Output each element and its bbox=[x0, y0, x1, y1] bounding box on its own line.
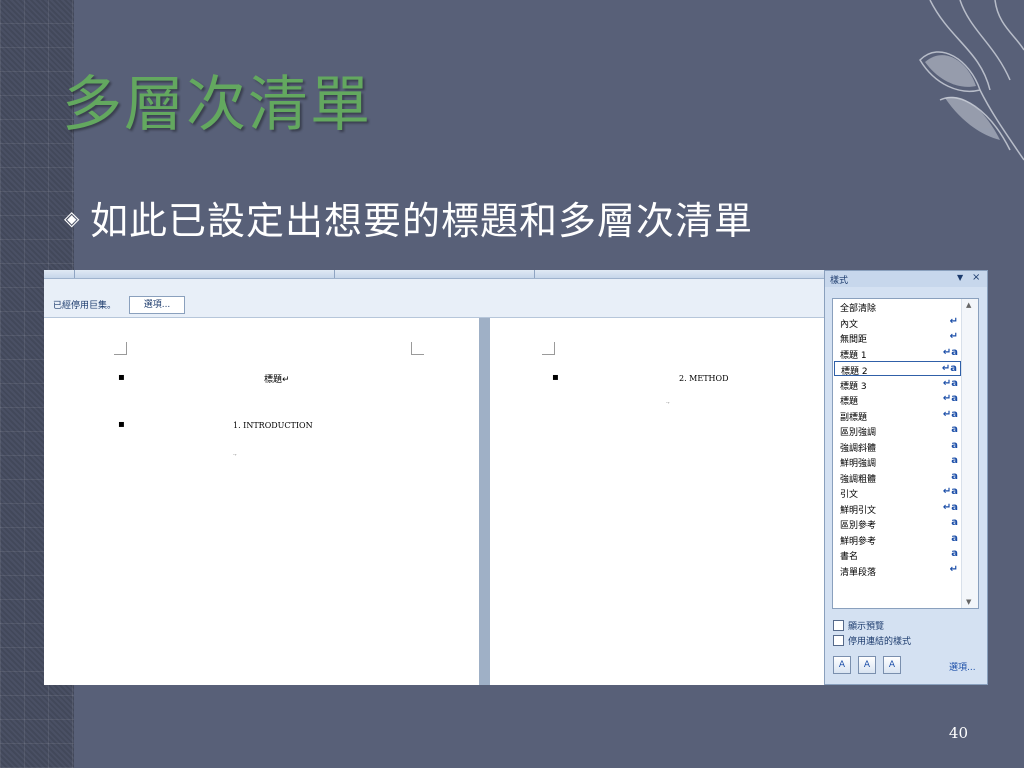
style-type-icon: ↵a bbox=[942, 408, 958, 420]
document-page-left[interactable]: ▪ 標題↵ ▪ 1. INTRODUCTION ., bbox=[44, 318, 479, 685]
styles-options-link[interactable]: 選項... bbox=[949, 660, 976, 673]
style-type-icon: ↵ bbox=[949, 315, 958, 327]
show-preview-label: 顯示預覽 bbox=[848, 622, 885, 632]
style-name: 全部清除 bbox=[840, 304, 877, 314]
style-item[interactable]: 內文 ↵ bbox=[834, 315, 961, 330]
diamond-bullet-icon: ◈ bbox=[64, 205, 80, 230]
style-name: 內文 bbox=[840, 319, 859, 330]
macro-warning-text: 已經停用巨集。 bbox=[53, 301, 117, 311]
style-type-icon: ↵a bbox=[942, 501, 958, 513]
style-type-icon: a bbox=[951, 455, 958, 466]
new-style-icon[interactable]: A bbox=[833, 656, 851, 674]
style-type-icon: a bbox=[951, 424, 958, 435]
style-item[interactable]: 無間距 ↵ bbox=[834, 330, 961, 345]
word-screenshot: 已經停用巨集。 選項... ▪ 標題↵ ▪ 1. INTRODUCTION .,… bbox=[44, 270, 988, 685]
list-bullet-dot: ▪ bbox=[118, 372, 125, 383]
disable-linked-styles-label: 停用連結的樣式 bbox=[848, 637, 912, 647]
introduction-list-item[interactable]: 1. INTRODUCTION bbox=[233, 421, 313, 430]
paragraph-mark: ., bbox=[233, 450, 237, 457]
pane-close-icon[interactable]: × bbox=[972, 272, 980, 283]
style-type-icon: ↵a bbox=[942, 486, 958, 497]
style-name: 區別強調 bbox=[840, 428, 877, 438]
style-name: 引文 bbox=[840, 490, 859, 500]
style-name: 無間距 bbox=[840, 335, 868, 345]
style-name: 鮮明參考 bbox=[840, 536, 877, 547]
style-type-icon: ↵a bbox=[942, 346, 958, 358]
ribbon-separator bbox=[334, 270, 335, 278]
styles-pane-footer: A A A bbox=[833, 656, 901, 674]
slide-page-number: 40 bbox=[948, 724, 968, 742]
page-gap bbox=[479, 318, 490, 685]
disable-linked-styles-checkbox[interactable] bbox=[833, 635, 844, 646]
style-name: 強調粗體 bbox=[840, 474, 877, 485]
style-type-icon: a bbox=[951, 548, 958, 559]
style-item[interactable]: 清單段落 ↵ bbox=[834, 563, 961, 578]
style-name: 標題 1 bbox=[840, 350, 867, 361]
show-preview-checkbox[interactable] bbox=[833, 620, 844, 631]
style-item[interactable]: 標題 ↵a bbox=[834, 392, 961, 407]
style-item[interactable]: 全部清除 bbox=[834, 299, 961, 314]
style-name: 鮮明引文 bbox=[840, 505, 877, 516]
manage-styles-icon[interactable]: A bbox=[883, 656, 901, 674]
page-corner-mark bbox=[411, 342, 424, 355]
style-item[interactable]: 區別強調 a bbox=[834, 423, 961, 438]
style-type-icon: ↵ bbox=[949, 331, 958, 342]
ribbon-separator bbox=[74, 270, 75, 278]
style-name: 區別參考 bbox=[840, 521, 877, 531]
style-item-selected[interactable]: 標題 2 ↵a bbox=[834, 361, 961, 377]
styles-pane-title: 樣式 bbox=[830, 276, 849, 286]
list-bullet-dot: ▪ bbox=[552, 372, 559, 383]
style-type-icon: a bbox=[951, 439, 958, 451]
butterfly-ornament-icon bbox=[919, 0, 1024, 161]
style-type-icon: a bbox=[951, 470, 958, 482]
style-item[interactable]: 標題 1 ↵a bbox=[834, 346, 961, 361]
style-item[interactable]: 引文 ↵a bbox=[834, 485, 961, 500]
style-name: 標題 3 bbox=[840, 381, 867, 392]
style-type-icon: ↵a bbox=[942, 377, 958, 389]
style-item[interactable]: 鮮明強調 a bbox=[834, 454, 961, 469]
style-item[interactable]: 鮮明參考 a bbox=[834, 532, 961, 547]
style-item[interactable]: 強調斜體 a bbox=[834, 439, 961, 454]
page-corner-mark bbox=[114, 342, 127, 355]
style-type-icon: ↵a bbox=[941, 363, 957, 374]
style-item[interactable]: 書名 a bbox=[834, 547, 961, 562]
style-name: 標題 2 bbox=[841, 367, 868, 377]
ribbon-separator bbox=[534, 270, 535, 278]
document-page-right[interactable]: ▪ 2. METHOD ., bbox=[490, 318, 830, 685]
style-type-icon: a bbox=[951, 532, 958, 544]
bullet-text: 如此已設定出想要的標題和多層次清單 bbox=[90, 199, 754, 243]
scroll-up-icon[interactable]: ▲ bbox=[966, 301, 971, 309]
style-name: 強調斜體 bbox=[840, 443, 877, 454]
style-item[interactable]: 標題 3 ↵a bbox=[834, 377, 961, 392]
style-list[interactable]: 全部清除 內文 ↵ 無間距 ↵ 標題 1 ↵a 標題 2 ↵a 標題 3 ↵a 標題 ↵a … bbox=[832, 298, 979, 609]
slide-title: 多層次清單 bbox=[62, 70, 372, 140]
style-name: 鮮明強調 bbox=[840, 459, 877, 469]
style-type-icon: a bbox=[951, 517, 958, 528]
scroll-down-icon[interactable]: ▼ bbox=[966, 598, 971, 606]
style-name: 清單段落 bbox=[840, 567, 877, 578]
method-list-item[interactable]: 2. METHOD bbox=[679, 374, 729, 383]
style-item[interactable]: 強調粗體 a bbox=[834, 470, 961, 485]
style-inspector-icon[interactable]: A bbox=[858, 656, 876, 674]
style-item[interactable]: 區別參考 a bbox=[834, 516, 961, 531]
bullet-point: ◈ 如此已設定出想要的標題和多層次清單 bbox=[64, 190, 753, 245]
styles-pane-header: 樣式 ▼ × bbox=[825, 271, 987, 287]
style-name: 標題 bbox=[840, 397, 859, 407]
disable-linked-styles-checkbox-row[interactable]: 停用連結的樣式 bbox=[833, 634, 911, 647]
style-name: 書名 bbox=[840, 552, 859, 562]
pane-dropdown-icon[interactable]: ▼ bbox=[957, 273, 963, 282]
paragraph-mark: ., bbox=[666, 398, 670, 405]
page-corner-mark bbox=[542, 342, 555, 355]
style-list-scrollbar[interactable]: ▲ ▼ bbox=[961, 299, 978, 608]
list-bullet-dot: ▪ bbox=[118, 419, 125, 430]
heading-text[interactable]: 標題↵ bbox=[264, 372, 290, 385]
style-type-icon: ↵a bbox=[942, 393, 958, 404]
show-preview-checkbox-row[interactable]: 顯示預覽 bbox=[833, 619, 884, 632]
macro-options-button[interactable]: 選項... bbox=[129, 296, 185, 314]
style-item[interactable]: 副標題 ↵a bbox=[834, 408, 961, 423]
style-name: 副標題 bbox=[840, 412, 868, 423]
style-type-icon: ↵ bbox=[949, 563, 958, 575]
styles-pane: 樣式 ▼ × 全部清除 內文 ↵ 無間距 ↵ 標題 1 ↵a 標題 2 ↵a 標題 3 ↵… bbox=[824, 270, 988, 685]
style-item[interactable]: 鮮明引文 ↵a bbox=[834, 501, 961, 516]
